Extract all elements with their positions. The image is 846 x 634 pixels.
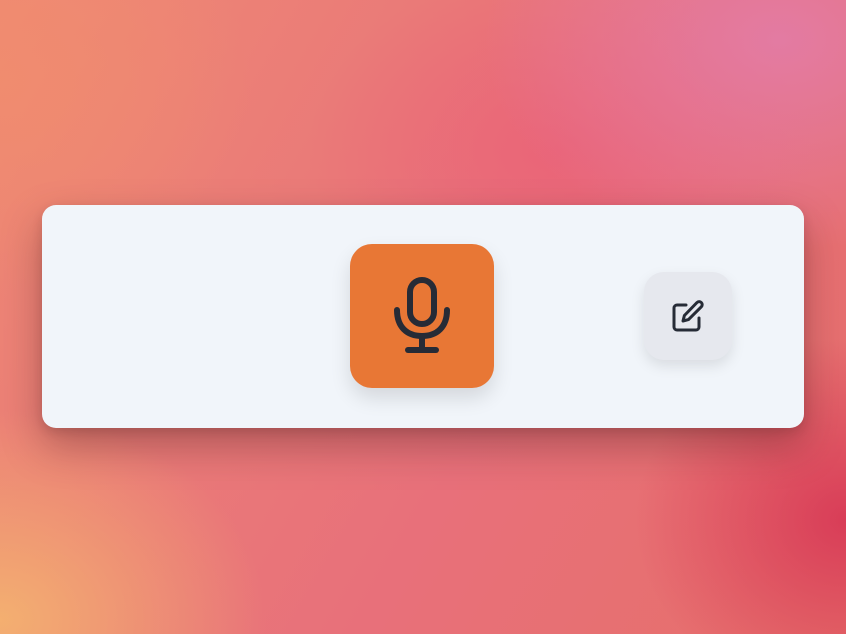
edit-icon [671,299,705,333]
microphone-icon [393,277,451,355]
edit-button[interactable] [644,272,732,360]
microphone-button[interactable] [350,244,494,388]
voice-toolbar [42,205,804,428]
